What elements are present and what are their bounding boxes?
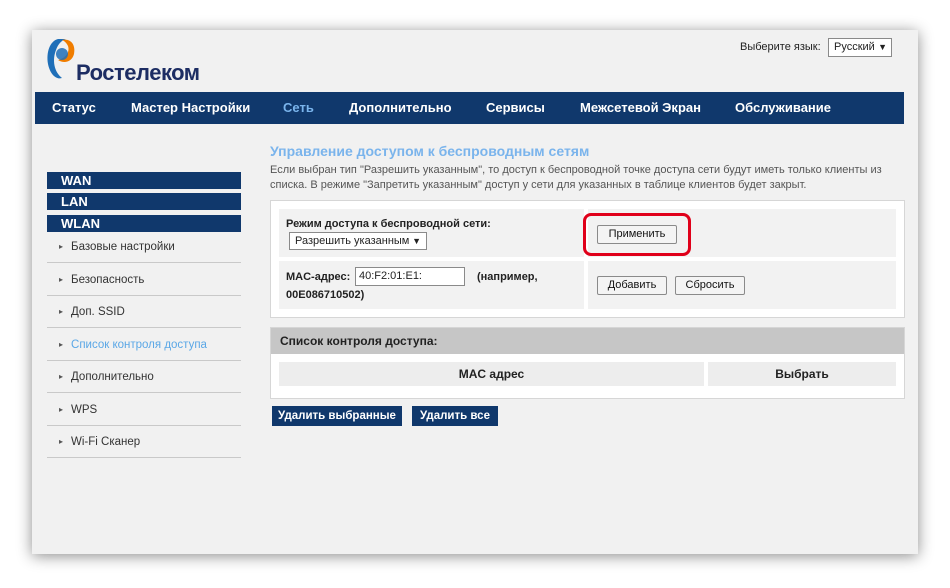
bullet-icon: ▸ bbox=[59, 340, 64, 349]
sidebar-item-security[interactable]: ▸ Безопасность bbox=[47, 264, 241, 296]
sidebar-item-label: Дополнительно bbox=[71, 371, 154, 383]
nav-setup-wizard[interactable]: Мастер Настройки bbox=[131, 100, 250, 115]
sidebar-header-lan[interactable]: LAN bbox=[47, 193, 241, 210]
reset-button[interactable]: Сбросить bbox=[675, 276, 745, 295]
access-list-title: Список контроля доступа: bbox=[271, 328, 904, 354]
rostelecom-logo: Ростелеком bbox=[44, 36, 234, 86]
bullet-icon: ▸ bbox=[59, 242, 64, 251]
sidebar-item-label: Доп. SSID bbox=[71, 306, 125, 318]
column-select: Выбрать bbox=[708, 362, 896, 386]
bullet-icon: ▸ bbox=[59, 437, 64, 446]
sidebar-item-label: Безопасность bbox=[71, 274, 145, 286]
router-window: Ростелеком Выберите язык: Русский ▼ Стат… bbox=[32, 30, 918, 554]
mode-label: Режим доступа к беспроводной сети: bbox=[286, 218, 491, 230]
column-mac-address: MAC адрес bbox=[279, 362, 704, 386]
mac-example-text: (например, 00E086710502) bbox=[286, 271, 538, 301]
bullet-icon: ▸ bbox=[59, 307, 64, 316]
language-select[interactable]: Русский ▼ bbox=[828, 38, 892, 57]
language-value: Русский bbox=[834, 41, 875, 53]
access-mode-select[interactable]: Разрешить указанным ▼ bbox=[289, 232, 427, 250]
delete-selected-button[interactable]: Удалить выбранные bbox=[272, 406, 402, 426]
sidebar-item-extra-ssid[interactable]: ▸ Доп. SSID bbox=[47, 296, 241, 328]
sidebar-item-wps[interactable]: ▸ WPS bbox=[47, 394, 241, 426]
sidebar-item-label: Базовые настройки bbox=[71, 241, 175, 253]
main-nav: Статус Мастер Настройки Сеть Дополнитель… bbox=[35, 92, 904, 124]
bullet-icon: ▸ bbox=[59, 405, 64, 414]
nav-maintenance[interactable]: Обслуживание bbox=[735, 100, 831, 115]
delete-all-button[interactable]: Удалить все bbox=[412, 406, 498, 426]
page-title: Управление доступом к беспроводным сетям bbox=[270, 143, 590, 159]
access-list-panel: Список контроля доступа: MAC адрес Выбра… bbox=[270, 327, 905, 399]
sidebar-item-basic-settings[interactable]: ▸ Базовые настройки bbox=[47, 231, 241, 263]
logo-mark-icon bbox=[47, 39, 75, 79]
page-description: Если выбран тип "Разрешить указанным", т… bbox=[270, 164, 882, 191]
sidebar-item-advanced[interactable]: ▸ Дополнительно bbox=[47, 361, 241, 393]
sidebar-header-wlan[interactable]: WLAN bbox=[47, 215, 241, 232]
sidebar-item-label: Список контроля доступа bbox=[71, 339, 207, 351]
add-button[interactable]: Добавить bbox=[597, 276, 667, 295]
access-mode-value: Разрешить указанным bbox=[295, 235, 410, 247]
sidebar-item-wifi-scanner[interactable]: ▸ Wi-Fi Сканер bbox=[47, 426, 241, 458]
chevron-down-icon: ▼ bbox=[878, 42, 887, 52]
language-label: Выберите язык: bbox=[740, 41, 821, 53]
nav-firewall[interactable]: Межсетевой Экран bbox=[580, 100, 701, 115]
sidebar-item-label: Wi-Fi Сканер bbox=[71, 436, 141, 448]
sidebar-item-label: WPS bbox=[71, 404, 98, 416]
bullet-icon: ▸ bbox=[59, 275, 64, 284]
brand-name: Ростелеком bbox=[76, 60, 200, 85]
apply-highlight-frame bbox=[583, 213, 691, 256]
sidebar-header-wan[interactable]: WAN bbox=[47, 172, 241, 189]
nav-status[interactable]: Статус bbox=[52, 100, 96, 115]
nav-advanced[interactable]: Дополнительно bbox=[349, 100, 452, 115]
bullet-icon: ▸ bbox=[59, 372, 64, 381]
nav-services[interactable]: Сервисы bbox=[486, 100, 545, 115]
sidebar-item-access-control[interactable]: ▸ Список контроля доступа bbox=[47, 329, 241, 361]
chevron-down-icon: ▼ bbox=[412, 236, 421, 246]
nav-network[interactable]: Сеть bbox=[283, 100, 314, 115]
